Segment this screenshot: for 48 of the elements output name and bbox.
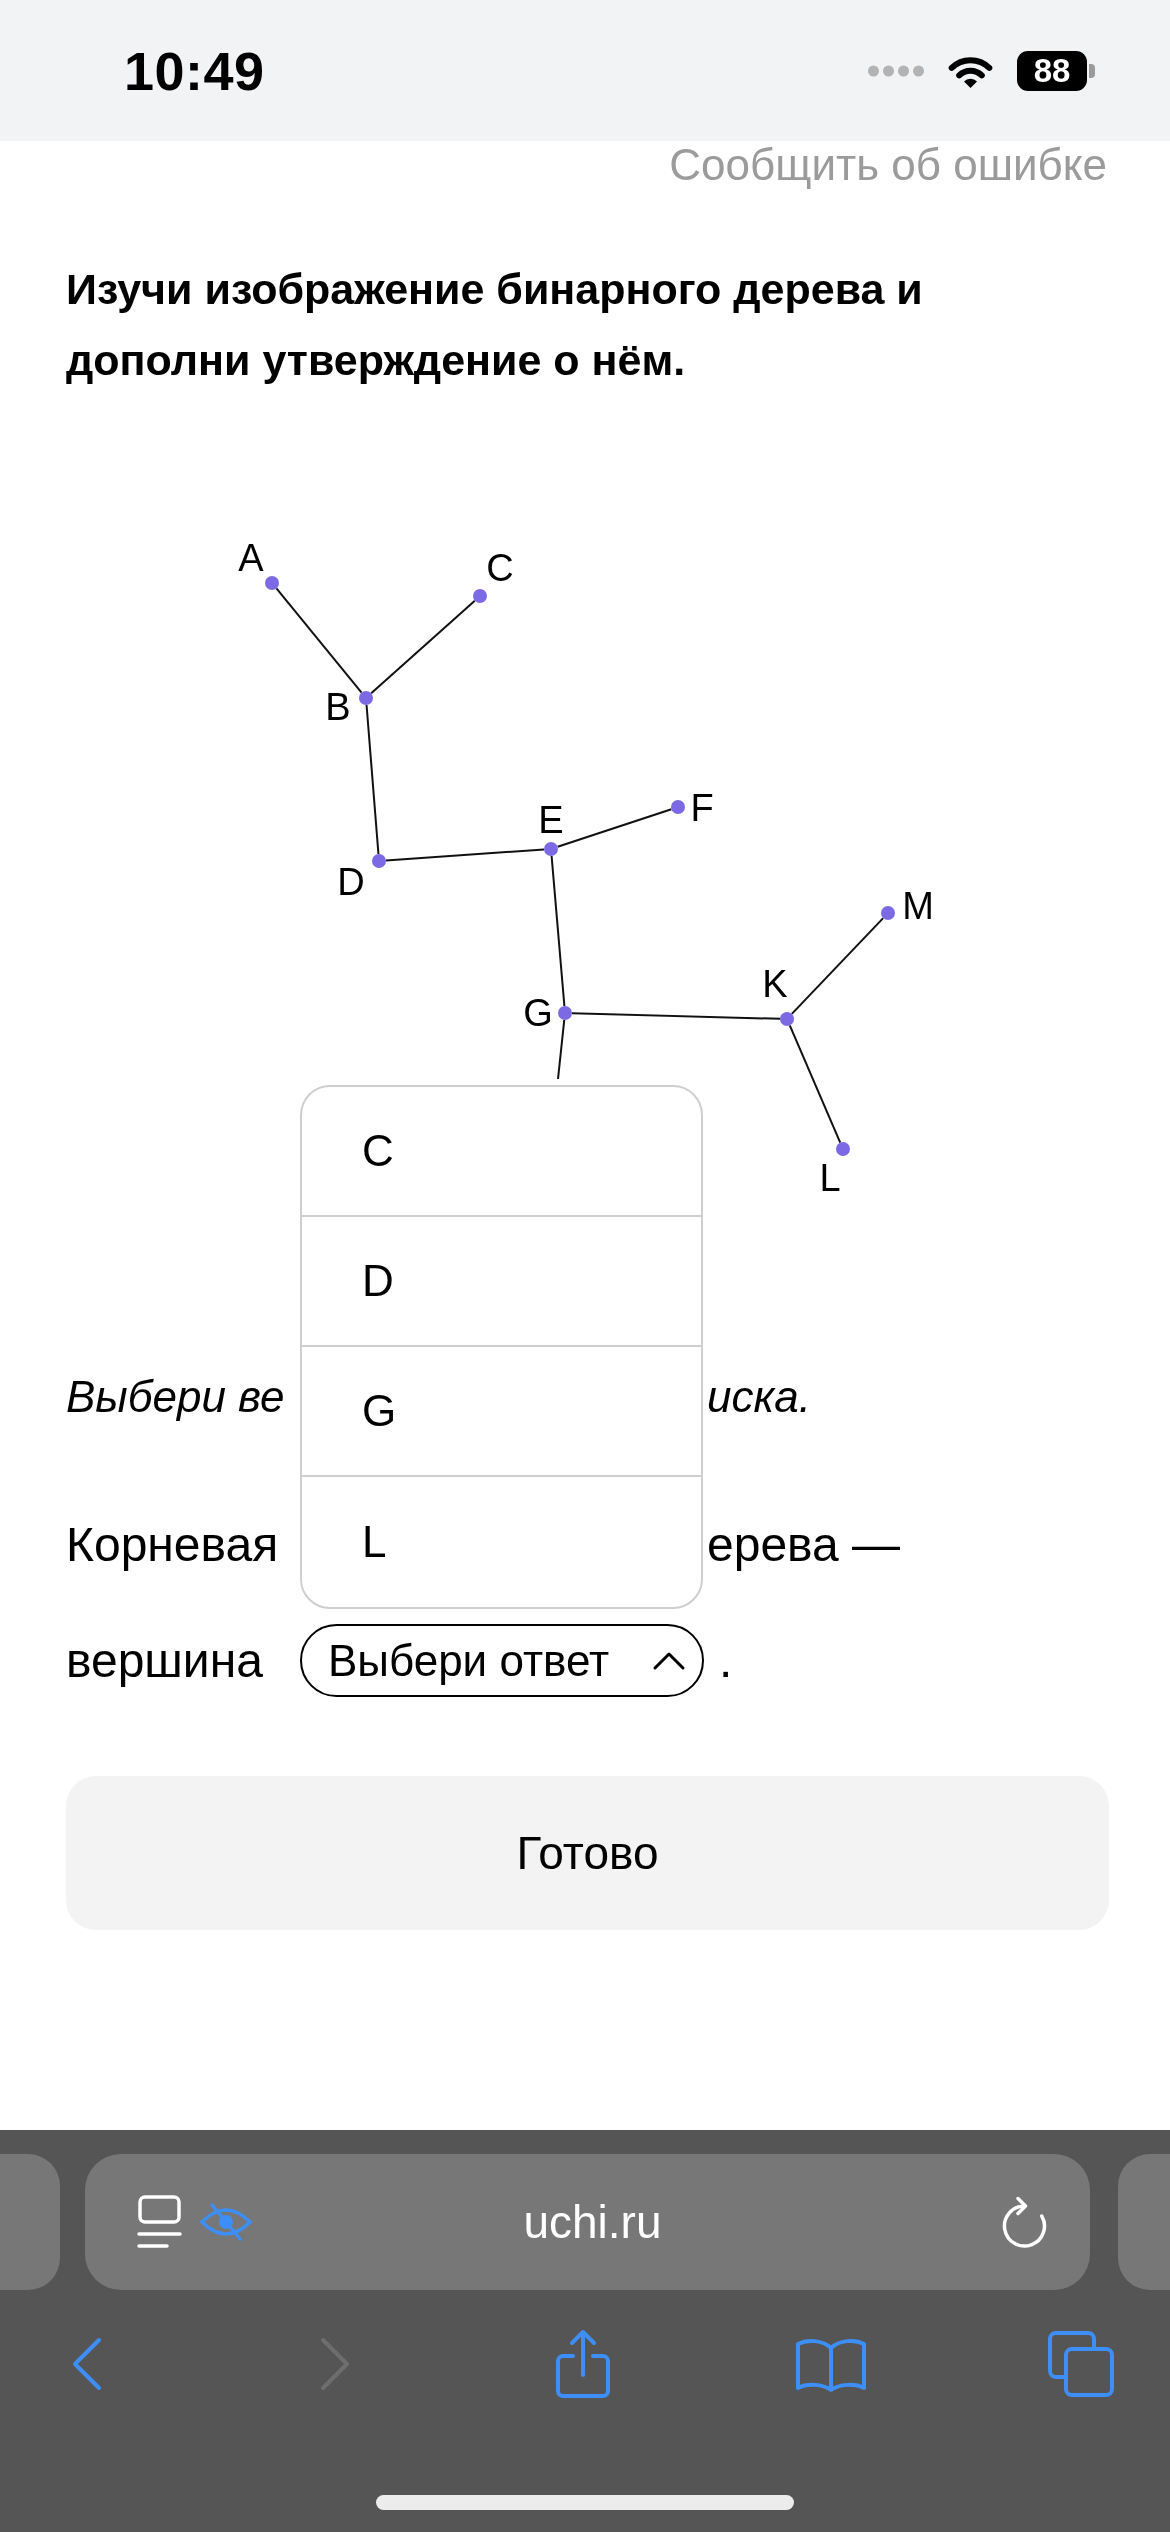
instruction-text: иска. [706, 1371, 812, 1423]
node-label: E [538, 799, 564, 841]
node-dot-icon [671, 800, 685, 814]
node-dot-icon [558, 1006, 572, 1020]
node-dot-icon [881, 906, 895, 920]
adjacent-tab[interactable] [0, 2154, 60, 2290]
caret-icon [652, 1650, 686, 1671]
adjacent-tab[interactable] [1118, 2154, 1170, 2290]
done-button[interactable]: Готово [66, 1776, 1109, 1930]
statement-text: ерева — [706, 1517, 902, 1573]
battery-indicator: 88 [1017, 50, 1095, 91]
dropdown-option[interactable]: C [302, 1087, 701, 1217]
node-label: C [486, 547, 514, 589]
instruction-text: Выбери ве [66, 1371, 286, 1423]
node-dot-icon [265, 576, 279, 590]
node-label: K [762, 963, 788, 1005]
statement-text: Корневая [66, 1517, 280, 1573]
tree-edge [557, 1018, 566, 1080]
signal-icon [868, 64, 924, 77]
url-text: uchi.ru [523, 2199, 662, 2245]
eye-slash-icon[interactable] [199, 2202, 253, 2242]
node-dot-icon [544, 842, 558, 856]
page-menu-icon[interactable] [137, 2195, 182, 2249]
status-time: 10:49 [124, 43, 265, 98]
node-label: L [819, 1157, 841, 1199]
node-dot-icon [836, 1142, 850, 1156]
node-label: M [902, 885, 934, 927]
share-icon[interactable] [554, 2328, 612, 2400]
dropdown-option[interactable]: L [302, 1477, 701, 1607]
tabs-icon[interactable] [1047, 2330, 1115, 2398]
node-dot-icon [359, 691, 373, 705]
node-label: B [325, 686, 351, 728]
reload-icon[interactable] [1001, 2195, 1048, 2249]
dropdown-option[interactable]: G [302, 1347, 701, 1477]
node-dot-icon [473, 589, 487, 603]
answer-select[interactable]: Выбери ответ [300, 1624, 704, 1697]
dropdown-option[interactable]: D [302, 1217, 701, 1347]
back-icon[interactable] [71, 2337, 103, 2391]
node-label: D [337, 861, 365, 903]
node-dot-icon [372, 854, 386, 868]
node-label: A [238, 537, 264, 579]
node-label: F [690, 787, 714, 829]
node-dot-icon [780, 1012, 794, 1026]
task-heading: Изучи изображение бинарного дерева и дополни утверждение о нём. [65, 264, 924, 386]
statement-text: . [718, 1632, 734, 1689]
statement-text: вершина [66, 1632, 264, 1689]
address-bar[interactable]: uchi.ru [85, 2154, 1090, 2290]
node-label: G [523, 992, 553, 1034]
